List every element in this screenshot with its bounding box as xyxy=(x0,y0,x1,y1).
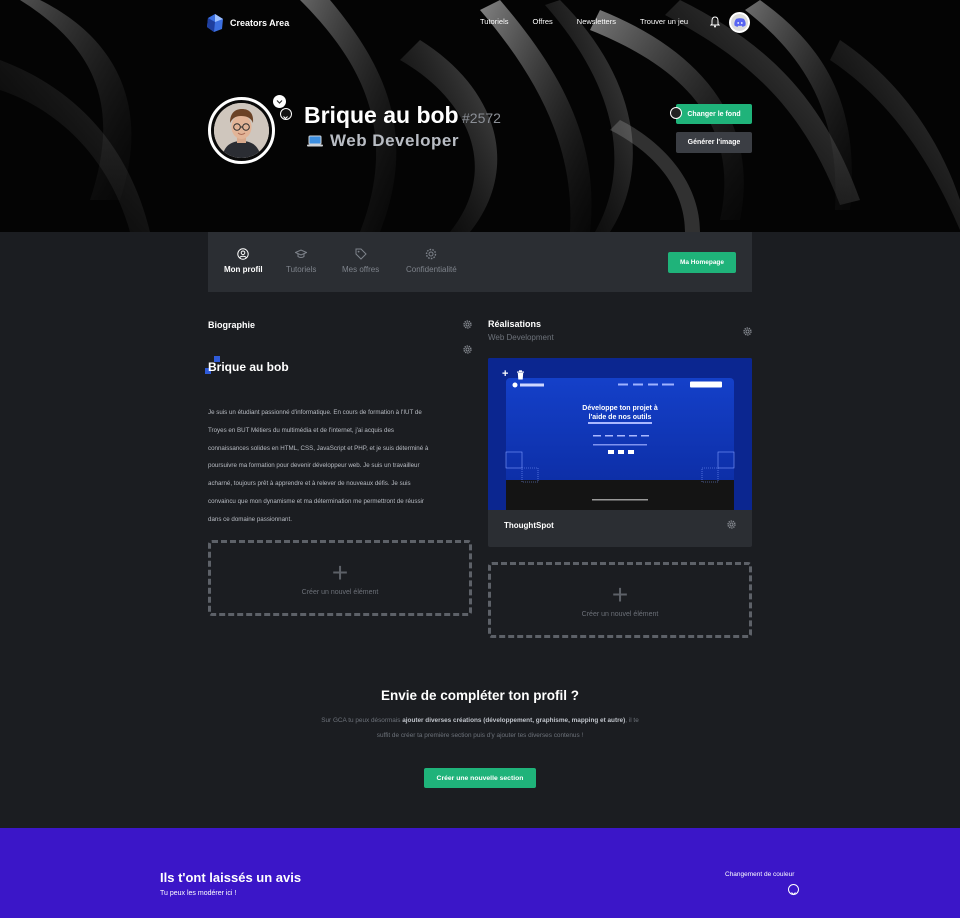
preview-heading-line: Développe ton projet à xyxy=(582,405,658,412)
biography-line: dans ce domaine passionnant. xyxy=(208,515,292,523)
gear-icon[interactable] xyxy=(463,320,472,329)
tab-label: Tutoriels xyxy=(286,265,317,274)
chevron-down-icon xyxy=(791,892,796,896)
reviews-subtitle[interactable]: Tu peux les modérer ici ! xyxy=(160,890,236,897)
profile-tag: #2572 xyxy=(462,110,501,126)
discord-button[interactable] xyxy=(729,12,750,33)
plus-icon: + xyxy=(331,556,349,588)
color-change-toggle[interactable] xyxy=(788,884,799,896)
tab-label: Mes offres xyxy=(342,265,380,274)
job-title: Web Developer xyxy=(330,131,460,150)
plus-icon: + xyxy=(611,578,629,610)
color-change-label: Changement de couleur xyxy=(725,871,795,878)
preview-heading: Développe ton projet à l'aide de nos out… xyxy=(488,404,752,422)
biography-line: convaincu que mon dynamisme et ma déterm… xyxy=(208,497,424,505)
profile-tabbar: Mon profil Tutoriels Mes offres Confiden… xyxy=(208,232,752,292)
cta-text-bold: ajouter diverses créations (développemen… xyxy=(402,717,626,724)
tab-mes-offres[interactable]: Mes offres xyxy=(342,248,379,274)
biography-line: acharné, toujours prêt à apprendre et à … xyxy=(208,480,411,488)
gear-icon[interactable] xyxy=(743,327,752,336)
plus-icon[interactable]: + xyxy=(502,368,508,380)
preview-heading-line: l'aide de nos outils xyxy=(588,414,652,421)
change-background-button[interactable]: Changer le fond xyxy=(676,104,752,124)
realisation-card-title: ThoughtSpot xyxy=(504,521,554,530)
chevron-down-icon xyxy=(283,116,288,120)
project-screenshot-icon xyxy=(488,358,752,510)
avatar xyxy=(214,103,269,158)
background-toggle-icon[interactable] xyxy=(670,107,682,119)
gear-icon xyxy=(426,248,437,260)
tab-mon-profil[interactable]: Mon profil xyxy=(224,248,263,274)
nav-link-tutoriels[interactable]: Tutoriels xyxy=(480,17,508,26)
biography-heading: Brique au bob xyxy=(208,360,289,374)
generate-image-button[interactable]: Générer l'image xyxy=(676,132,752,153)
realisations-title: Réalisations xyxy=(488,319,542,329)
nav-link-newsletters[interactable]: Newsletters xyxy=(577,17,616,26)
realisation-card[interactable]: Développe ton projet à l'aide de nos out… xyxy=(488,358,752,547)
cta-text: Sur GCA tu peux désormais ajouter divers… xyxy=(320,714,640,743)
gear-icon[interactable] xyxy=(463,345,472,354)
brand-name: Creators Area xyxy=(230,18,290,28)
tab-label: Confidentialité xyxy=(406,265,457,274)
profile-job: Web Developer xyxy=(307,131,459,151)
nav-links: Tutoriels Offres Newsletters Trouver un … xyxy=(480,17,688,26)
add-biography-element-button[interactable]: + Créer un nouvel élément xyxy=(208,540,472,616)
add-realisation-element-button[interactable]: + Créer un nouvel élément xyxy=(488,562,752,638)
project-preview-image: Développe ton projet à l'aide de nos out… xyxy=(488,358,752,510)
avatar-portrait-icon xyxy=(214,103,269,158)
add-element-label: Créer un nouvel élément xyxy=(581,610,659,618)
biography-line: poursuivre ma formation pour devenir dév… xyxy=(208,462,420,470)
reviews-title: Ils t'ont laissés un avis xyxy=(160,870,302,885)
avatar-menu-toggle[interactable] xyxy=(280,108,292,120)
graduation-cap-icon xyxy=(295,249,308,258)
tab-confidentialite[interactable]: Confidentialité xyxy=(406,248,457,274)
avatar-edit-button[interactable] xyxy=(273,95,286,108)
tab-label: Mon profil xyxy=(224,265,263,274)
gear-icon[interactable] xyxy=(727,520,736,529)
trash-icon[interactable] xyxy=(516,370,525,380)
chevron-down-icon xyxy=(276,100,283,104)
reviews-section: Ils t'ont laissés un avis Tu peux les mo… xyxy=(0,828,960,918)
user-circle-icon xyxy=(237,248,250,260)
creators-area-logo-icon xyxy=(207,14,223,32)
biography-title: Biographie xyxy=(208,320,256,330)
add-element-label: Créer un nouvel élément xyxy=(301,588,379,596)
profile-username: Brique au bob xyxy=(304,102,459,128)
tags-icon xyxy=(355,248,367,260)
profile-hero: Creators Area Tutoriels Offres Newslette… xyxy=(0,0,960,232)
brand-logo[interactable]: Creators Area xyxy=(205,13,289,33)
cta-text-part: Sur GCA tu peux désormais xyxy=(321,717,403,724)
bell-icon[interactable] xyxy=(710,16,720,28)
avatar-frame[interactable] xyxy=(208,97,275,164)
discord-icon xyxy=(733,18,746,27)
cta-title: Envie de compléter ton profil ? xyxy=(380,688,580,703)
biography-line: connaissances solides en HTML, CSS, Java… xyxy=(208,444,429,452)
top-navbar: Creators Area Tutoriels Offres Newslette… xyxy=(205,12,751,34)
card-toolbar: + xyxy=(502,368,525,380)
realisations-subtitle: Web Development xyxy=(488,333,554,342)
homepage-button[interactable]: Ma Homepage xyxy=(668,252,736,273)
tab-tutoriels[interactable]: Tutoriels xyxy=(286,248,316,274)
laptop-icon xyxy=(307,135,323,147)
nav-link-offres[interactable]: Offres xyxy=(532,17,552,26)
biography-line: Troyes en BUT Métiers du multimédia et d… xyxy=(208,426,395,434)
create-section-button[interactable]: Créer une nouvelle section xyxy=(424,768,536,788)
biography-text: Je suis un étudiant passionné d'informat… xyxy=(208,404,478,529)
biography-line: Je suis un étudiant passionné d'informat… xyxy=(208,409,422,416)
nav-link-trouver-un-jeu[interactable]: Trouver un jeu xyxy=(640,17,688,26)
